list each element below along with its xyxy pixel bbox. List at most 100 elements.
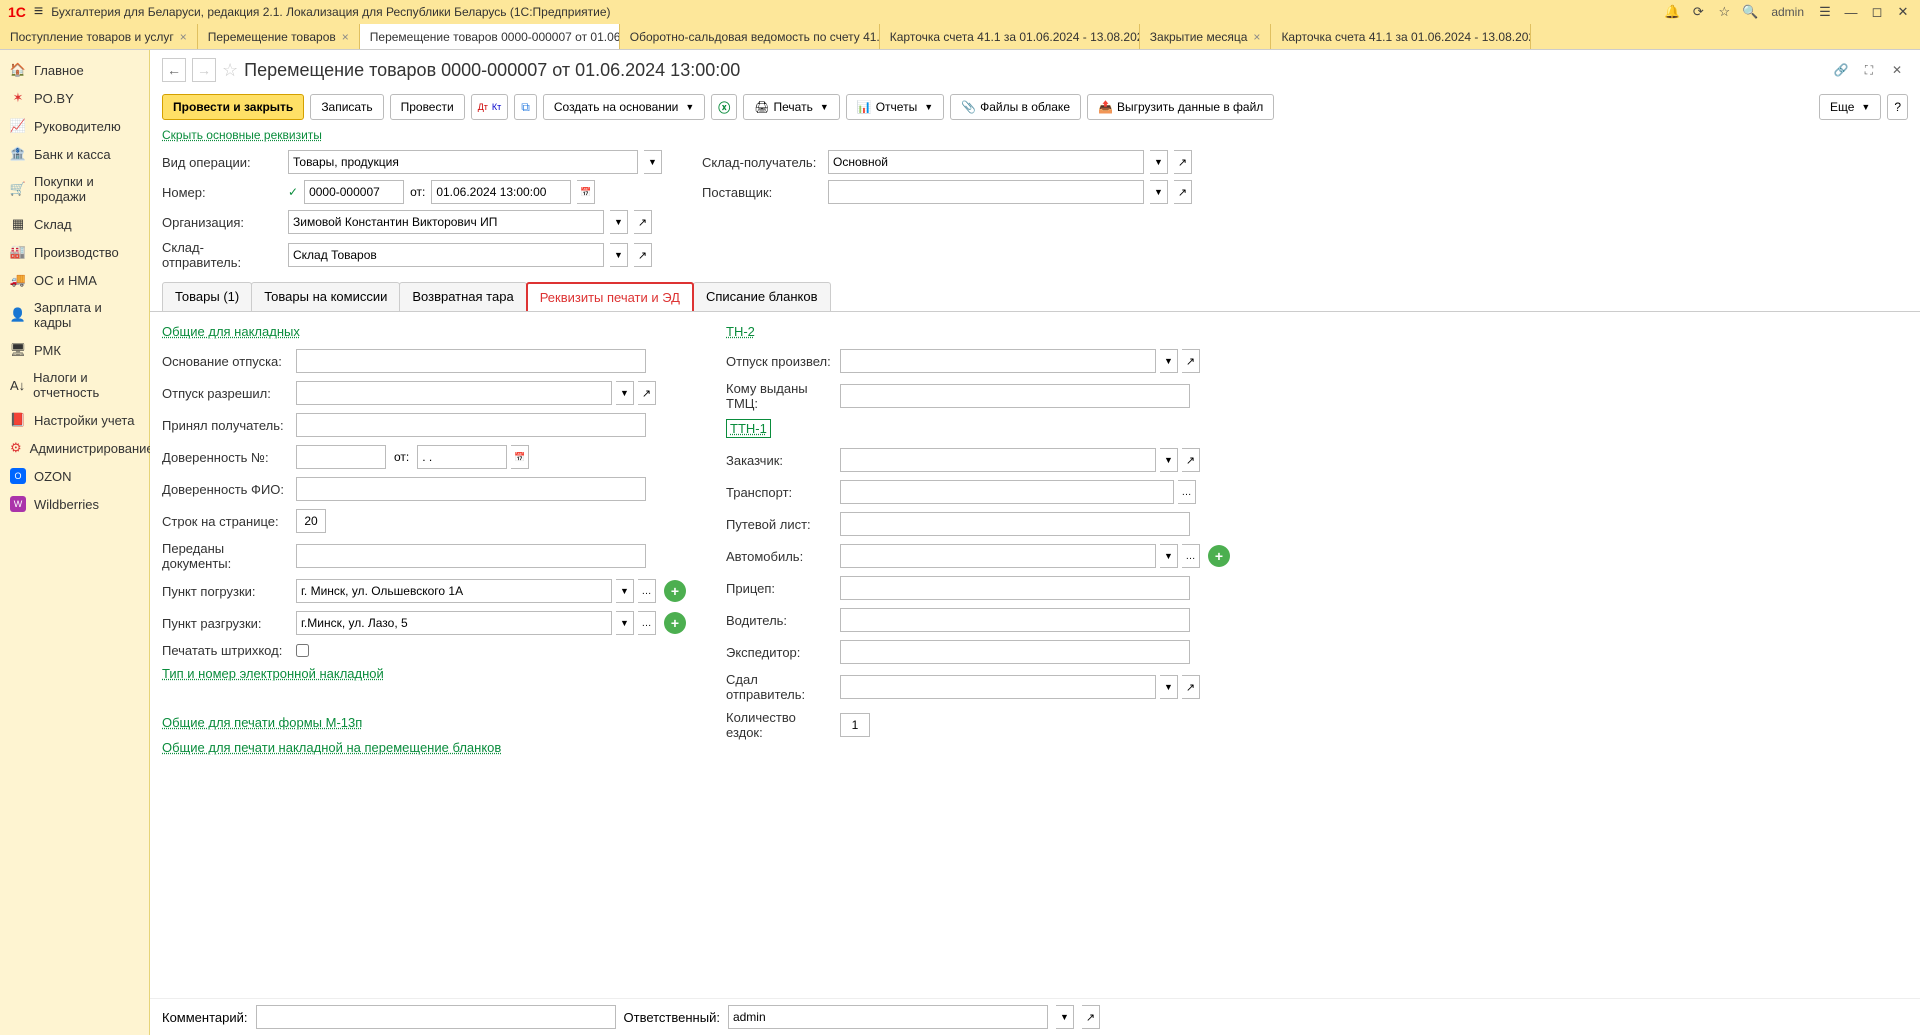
trailer-input[interactable]: [840, 576, 1190, 600]
poa-num-input[interactable]: [296, 445, 386, 469]
add-button[interactable]: +: [664, 580, 686, 602]
open-button[interactable]: ↗: [638, 381, 656, 405]
search-icon[interactable]: 🔍: [1741, 4, 1759, 20]
dropdown-button[interactable]: ▼: [1160, 675, 1178, 699]
trips-input[interactable]: [840, 713, 870, 737]
link-icon[interactable]: 🔗: [1830, 59, 1852, 81]
sidebar-item[interactable]: 🖥РМК: [0, 336, 149, 364]
eid-link[interactable]: Тип и номер электронной накладной: [162, 666, 686, 681]
sidebar-item[interactable]: 🏦Банк и касса: [0, 140, 149, 168]
dropdown-button[interactable]: ▼: [616, 381, 634, 405]
open-button[interactable]: ↗: [1182, 349, 1200, 373]
org-input[interactable]: [288, 210, 604, 234]
tab-item[interactable]: Перемещение товаров×: [198, 24, 360, 49]
doc-tab[interactable]: Товары на комиссии: [251, 282, 400, 311]
structure-button[interactable]: ⧉: [514, 94, 537, 120]
open-button[interactable]: ↗: [1182, 448, 1200, 472]
sidebar-item[interactable]: 🛒Покупки и продажи: [0, 168, 149, 210]
sender2-input[interactable]: [840, 675, 1156, 699]
m13-link[interactable]: Общие для печати формы М-13п: [162, 715, 686, 730]
sidebar-item[interactable]: OOZON: [0, 462, 149, 490]
date-input[interactable]: [431, 180, 571, 204]
receiver-input[interactable]: [828, 150, 1144, 174]
allow-input[interactable]: [296, 381, 612, 405]
reports-button[interactable]: 📊Отчеты▼: [846, 94, 944, 120]
tn2-link[interactable]: ТН-2: [726, 324, 1230, 339]
dots-button[interactable]: …: [638, 579, 656, 603]
supplier-input[interactable]: [828, 180, 1144, 204]
load-input[interactable]: [296, 579, 612, 603]
open-button[interactable]: ↗: [1174, 150, 1192, 174]
released-input[interactable]: [840, 349, 1156, 373]
export-button[interactable]: 📤Выгрузить данные в файл: [1087, 94, 1274, 120]
open-button[interactable]: ↗: [634, 210, 652, 234]
issued-input[interactable]: [840, 384, 1190, 408]
docs-input[interactable]: [296, 544, 646, 568]
ttn1-link[interactable]: ТТН-1: [726, 419, 771, 438]
expand-icon[interactable]: ⛶: [1858, 59, 1880, 81]
number-input[interactable]: [304, 180, 404, 204]
sidebar-item[interactable]: 📈Руководителю: [0, 112, 149, 140]
dropdown-button[interactable]: ▼: [1150, 180, 1168, 204]
back-button[interactable]: ←: [162, 58, 186, 82]
dropdown-button[interactable]: ▼: [1160, 544, 1178, 568]
close-icon[interactable]: ×: [342, 30, 349, 44]
add-button[interactable]: +: [664, 612, 686, 634]
more-button[interactable]: Еще▼: [1819, 94, 1881, 120]
received-input[interactable]: [296, 413, 646, 437]
transport-input[interactable]: [840, 480, 1174, 504]
close-icon[interactable]: ×: [180, 30, 187, 44]
lines-input[interactable]: [296, 509, 326, 533]
excel-button[interactable]: ⓧ: [711, 94, 737, 120]
bell-icon[interactable]: 🔔: [1663, 4, 1681, 20]
sidebar-item[interactable]: 🏠Главное: [0, 56, 149, 84]
dropdown-button[interactable]: ▼: [1160, 448, 1178, 472]
open-button[interactable]: ↗: [1174, 180, 1192, 204]
dropdown-button[interactable]: ▼: [616, 611, 634, 635]
doc-tab-active[interactable]: Реквизиты печати и ЭД: [526, 282, 694, 311]
files-button[interactable]: 📎Файлы в облаке: [950, 94, 1081, 120]
blank-link[interactable]: Общие для печати накладной на перемещени…: [162, 740, 686, 755]
customer-input[interactable]: [840, 448, 1156, 472]
post-button[interactable]: Провести: [390, 94, 465, 120]
tab-item[interactable]: Поступление товаров и услуг×: [0, 24, 198, 49]
help-button[interactable]: ?: [1887, 94, 1908, 120]
dropdown-button[interactable]: ▼: [616, 579, 634, 603]
tab-item[interactable]: Оборотно-сальдовая ведомость по счету 41…: [620, 24, 880, 49]
forwarder-input[interactable]: [840, 640, 1190, 664]
dots-button[interactable]: …: [1178, 480, 1196, 504]
sidebar-item[interactable]: 🚚ОС и НМА: [0, 266, 149, 294]
menu-icon[interactable]: ≡: [34, 3, 43, 21]
close-window-icon[interactable]: ✕: [1894, 4, 1912, 20]
dropdown-button[interactable]: ▼: [1150, 150, 1168, 174]
history-icon[interactable]: ⟳: [1689, 4, 1707, 20]
doc-tab[interactable]: Списание бланков: [693, 282, 831, 311]
doc-tab[interactable]: Возвратная тара: [399, 282, 526, 311]
dropdown-button[interactable]: ▼: [610, 210, 628, 234]
sidebar-item[interactable]: 📕Настройки учета: [0, 406, 149, 434]
unload-input[interactable]: [296, 611, 612, 635]
waybill-input[interactable]: [840, 512, 1190, 536]
add-button[interactable]: +: [1208, 545, 1230, 567]
sidebar-item[interactable]: 🏭Производство: [0, 238, 149, 266]
tab-item[interactable]: Карточка счета 41.1 за 01.06.2024 - 13.0…: [880, 24, 1140, 49]
settings-icon[interactable]: ☰: [1816, 4, 1834, 20]
minimize-icon[interactable]: —: [1842, 5, 1860, 20]
restore-icon[interactable]: ◻: [1868, 4, 1886, 20]
poa-date-input[interactable]: [417, 445, 507, 469]
barcode-checkbox[interactable]: [296, 644, 309, 657]
sidebar-item[interactable]: А↓Налоги и отчетность: [0, 364, 149, 406]
print-button[interactable]: 🖨Печать▼: [743, 94, 839, 120]
sidebar-item[interactable]: ▦Склад: [0, 210, 149, 238]
open-button[interactable]: ↗: [1082, 1005, 1100, 1029]
dropdown-button[interactable]: ▼: [610, 243, 628, 267]
close-icon[interactable]: ×: [1253, 30, 1260, 44]
dropdown-button[interactable]: ▼: [644, 150, 662, 174]
save-button[interactable]: Записать: [310, 94, 383, 120]
comment-input[interactable]: [256, 1005, 616, 1029]
driver-input[interactable]: [840, 608, 1190, 632]
tab-item-active[interactable]: Перемещение товаров 0000-000007 от 01.06…: [360, 24, 620, 49]
sidebar-item[interactable]: ✶PO.BY: [0, 84, 149, 112]
dropdown-button[interactable]: ▼: [1160, 349, 1178, 373]
sidebar-item[interactable]: ⚙Администрирование: [0, 434, 149, 462]
